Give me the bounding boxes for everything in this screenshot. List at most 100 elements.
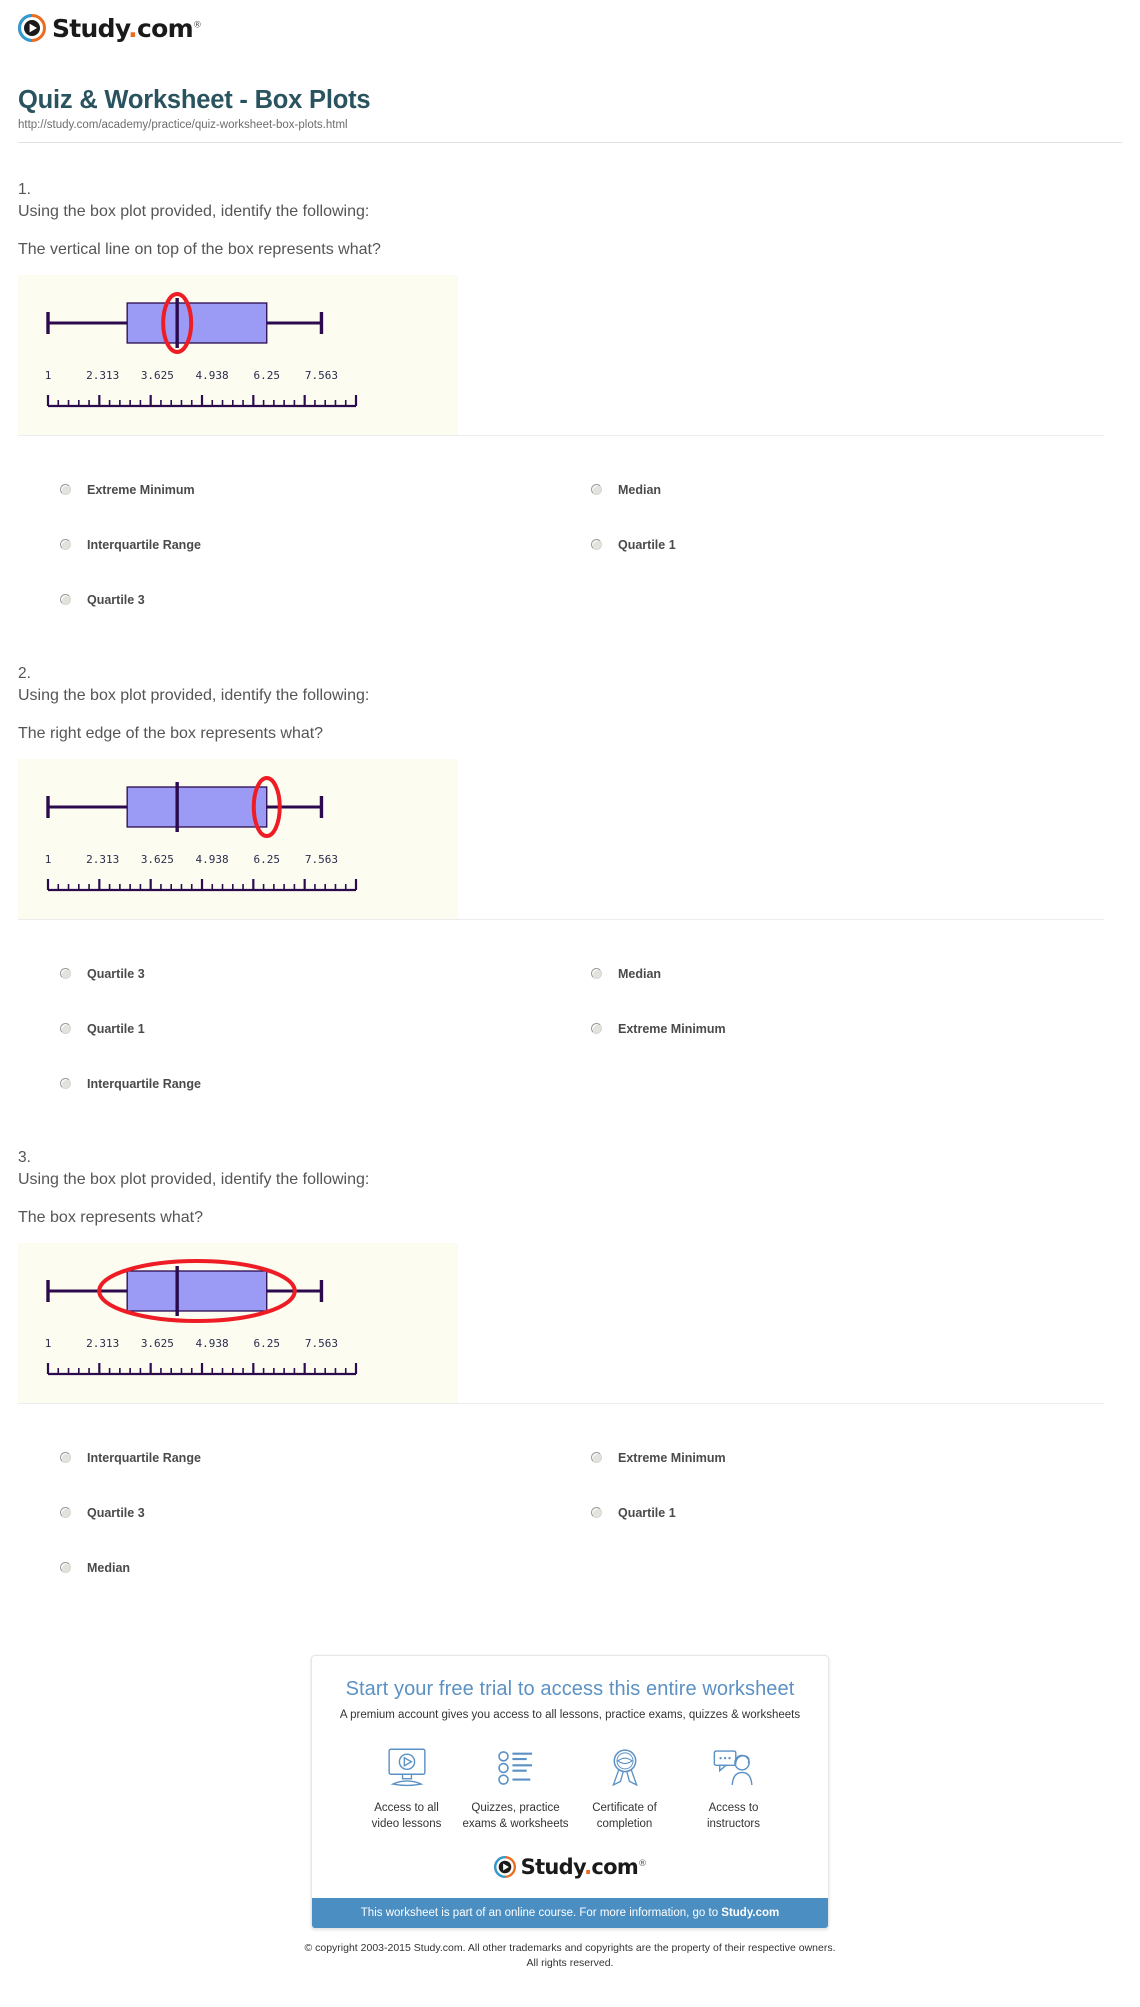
box-plot-figure: 1 2.313 3.625 4.938 6.25 7.563 bbox=[18, 759, 458, 919]
promo-logo-wordmark: Study.com® bbox=[520, 1854, 647, 1879]
svg-text:4.938: 4.938 bbox=[196, 369, 229, 382]
option-row[interactable]: Interquartile Range bbox=[60, 1430, 591, 1485]
option-label: Extreme Minimum bbox=[618, 1450, 726, 1465]
question-3: 3. Using the box plot provided, identify… bbox=[0, 1149, 1140, 1595]
radio-button-icon[interactable] bbox=[591, 1452, 602, 1463]
radio-button-icon[interactable] bbox=[60, 1078, 71, 1089]
radio-button-icon[interactable] bbox=[60, 594, 71, 605]
option-row[interactable]: Extreme Minimum bbox=[591, 1001, 1122, 1056]
option-label: Quartile 3 bbox=[87, 1505, 145, 1520]
option-label: Median bbox=[618, 482, 662, 497]
svg-text:7.563: 7.563 bbox=[305, 369, 338, 382]
radio-button-icon[interactable] bbox=[60, 539, 71, 550]
logo-dot: . bbox=[128, 13, 137, 43]
radio-button-icon[interactable] bbox=[60, 484, 71, 495]
svg-text:2.313: 2.313 bbox=[86, 1337, 119, 1350]
option-row[interactable]: Interquartile Range bbox=[60, 517, 591, 572]
option-label: Quartile 3 bbox=[87, 592, 145, 607]
svg-text:2.313: 2.313 bbox=[86, 369, 119, 382]
option-label: Median bbox=[87, 1560, 131, 1575]
box-plot-figure: 1 2.313 3.625 4.938 6.25 7.563 bbox=[18, 1243, 458, 1403]
question-prompt: The box represents what? bbox=[18, 1209, 203, 1226]
option-row[interactable]: Quartile 3 bbox=[60, 946, 591, 1001]
promo-title: Start your free trial to access this ent… bbox=[345, 1678, 795, 1700]
answer-options: Interquartile Range Extreme Minimum Quar… bbox=[18, 1430, 1122, 1595]
svg-text:4.938: 4.938 bbox=[196, 853, 229, 866]
promo-feature-label-line: Access to all bbox=[374, 1802, 439, 1814]
svg-text:6.25: 6.25 bbox=[254, 853, 281, 866]
option-label: Extreme Minimum bbox=[87, 482, 195, 497]
svg-text:1: 1 bbox=[45, 853, 52, 866]
play-circle-icon bbox=[493, 1856, 516, 1879]
monitor-play-icon bbox=[352, 1745, 461, 1791]
radio-button-icon[interactable] bbox=[60, 1023, 71, 1034]
promo-bar-link[interactable]: Study.com bbox=[721, 1907, 779, 1919]
checklist-icon bbox=[461, 1745, 570, 1791]
title-block: Quiz & Worksheet - Box Plots http://stud… bbox=[0, 42, 1140, 131]
promo-subtitle: A premium account gives you access to al… bbox=[339, 1709, 801, 1721]
option-row[interactable]: Interquartile Range bbox=[60, 1056, 591, 1111]
certificate-ribbon-icon bbox=[570, 1745, 679, 1791]
promo-feature-label: Certificate of completion bbox=[570, 1801, 679, 1832]
page-header: Study.com® bbox=[0, 0, 1140, 42]
radio-button-icon[interactable] bbox=[60, 968, 71, 979]
option-row[interactable]: Median bbox=[60, 1540, 591, 1595]
radio-button-icon[interactable] bbox=[591, 968, 602, 979]
promo-feature-label: Access to all video lessons bbox=[352, 1801, 461, 1832]
option-row[interactable]: Extreme Minimum bbox=[60, 462, 591, 517]
promo-logo-study-text: Study bbox=[520, 1854, 585, 1879]
svg-text:3.625: 3.625 bbox=[141, 853, 174, 866]
question-prompt: The right edge of the box represents wha… bbox=[18, 725, 324, 742]
option-label: Interquartile Range bbox=[87, 1450, 201, 1465]
radio-button-icon[interactable] bbox=[60, 1562, 71, 1573]
figure-divider bbox=[18, 919, 1104, 920]
svg-text:4.938: 4.938 bbox=[196, 1337, 229, 1350]
promo-bar-text: This worksheet is part of an online cour… bbox=[360, 1907, 722, 1920]
svg-text:3.625: 3.625 bbox=[141, 1337, 174, 1350]
option-row[interactable]: Quartile 1 bbox=[60, 1001, 591, 1056]
promo-features: Access to all video lessons Quizzes, prac… bbox=[352, 1745, 788, 1832]
radio-button-icon[interactable] bbox=[591, 1507, 602, 1518]
option-row[interactable]: Quartile 1 bbox=[591, 1485, 1122, 1540]
header-divider bbox=[18, 142, 1122, 143]
logo-wordmark: Study.com® bbox=[52, 13, 202, 43]
question-number: 3. bbox=[18, 1149, 31, 1166]
page-url: http://study.com/academy/practice/quiz-w… bbox=[18, 119, 348, 131]
copyright-line-1: © copyright 2003-2015 Study.com. All oth… bbox=[304, 1942, 836, 1955]
svg-text:1: 1 bbox=[45, 369, 52, 382]
svg-text:6.25: 6.25 bbox=[254, 1337, 281, 1350]
question-stem: Using the box plot provided, identify th… bbox=[18, 203, 370, 220]
figure-divider bbox=[18, 1403, 1104, 1404]
radio-button-icon[interactable] bbox=[60, 1452, 71, 1463]
promo-feature-label-line: Certificate of bbox=[592, 1802, 657, 1814]
question-stem: Using the box plot provided, identify th… bbox=[18, 687, 370, 704]
promo-logo-registered-mark: ® bbox=[638, 1858, 647, 1869]
promo-feature-label: Access to instructors bbox=[679, 1801, 788, 1832]
logo-com-text: com bbox=[136, 13, 194, 43]
copyright-line-2: All rights reserved. bbox=[526, 1957, 614, 1970]
question-prompt: The vertical line on top of the box repr… bbox=[18, 241, 381, 258]
page-title: Quiz & Worksheet - Box Plots bbox=[18, 86, 371, 114]
radio-button-icon[interactable] bbox=[591, 484, 602, 495]
radio-button-icon[interactable] bbox=[60, 1507, 71, 1518]
option-row[interactable]: Quartile 3 bbox=[60, 1485, 591, 1540]
question-1: 1. Using the box plot provided, identify… bbox=[0, 181, 1140, 627]
answer-options: Extreme Minimum Median Interquartile Ran… bbox=[18, 462, 1122, 627]
option-row[interactable]: Quartile 3 bbox=[60, 572, 591, 627]
study-com-logo: Study.com® bbox=[18, 14, 1140, 42]
option-row[interactable]: Extreme Minimum bbox=[591, 1430, 1122, 1485]
svg-text:2.313: 2.313 bbox=[86, 853, 119, 866]
option-label: Quartile 1 bbox=[618, 537, 676, 552]
instructor-chat-icon bbox=[679, 1745, 788, 1791]
radio-button-icon[interactable] bbox=[591, 1023, 602, 1034]
promo-feature-label-line: exams & worksheets bbox=[462, 1817, 569, 1830]
svg-text:1: 1 bbox=[45, 1337, 52, 1350]
option-row[interactable]: Median bbox=[591, 946, 1122, 1001]
option-label: Interquartile Range bbox=[87, 537, 201, 552]
promo-cta-bar[interactable]: This worksheet is part of an online cour… bbox=[312, 1898, 828, 1929]
radio-button-icon[interactable] bbox=[591, 539, 602, 550]
promo-wrap: Start your free trial to access this ent… bbox=[0, 1655, 1140, 1930]
question-number: 2. bbox=[18, 665, 31, 682]
option-row[interactable]: Median bbox=[591, 462, 1122, 517]
option-row[interactable]: Quartile 1 bbox=[591, 517, 1122, 572]
